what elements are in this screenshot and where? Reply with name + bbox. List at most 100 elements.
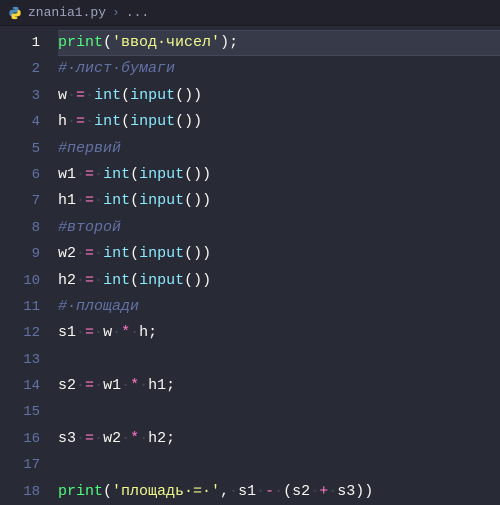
token-ws: · <box>328 483 337 500</box>
token-call: input <box>139 245 184 262</box>
code-line[interactable] <box>58 399 500 425</box>
token-var: h <box>139 324 148 341</box>
python-file-icon <box>8 6 22 20</box>
token-call: input <box>139 192 184 209</box>
token-op: * <box>130 377 139 394</box>
line-number: 12 <box>0 320 40 346</box>
code-line[interactable]: h2·=·int(input()) <box>58 268 500 294</box>
token-com: #второй <box>58 219 121 236</box>
token-call: int <box>103 272 130 289</box>
token-p: ) <box>202 272 211 289</box>
line-number: 17 <box>0 452 40 478</box>
code-line[interactable]: w2·=·int(input()) <box>58 241 500 267</box>
line-number: 9 <box>0 241 40 267</box>
token-ws: · <box>76 192 85 209</box>
token-op: = <box>76 87 85 104</box>
token-p: ( <box>130 166 139 183</box>
token-ws: · <box>67 113 76 130</box>
line-number: 15 <box>0 399 40 425</box>
token-p: ; <box>166 430 175 447</box>
token-p: ; <box>148 324 157 341</box>
token-var: h2 <box>148 430 166 447</box>
token-var: s1 <box>238 483 256 500</box>
code-line[interactable]: #·площади <box>58 294 500 320</box>
token-p: ( <box>184 245 193 262</box>
breadcrumb-separator-icon: › <box>112 5 120 20</box>
token-p: ; <box>229 34 238 51</box>
breadcrumb[interactable]: znania1.py › ... <box>0 0 500 26</box>
token-op: + <box>319 483 328 500</box>
token-p: ) <box>193 113 202 130</box>
token-p: ( <box>130 192 139 209</box>
token-p: ) <box>193 272 202 289</box>
code-line[interactable]: #·лист·бумаги <box>58 56 500 82</box>
token-p: , <box>220 483 229 500</box>
line-number-gutter: 123456789101112131415161718 <box>0 26 58 502</box>
token-var: h1 <box>58 192 76 209</box>
token-op: = <box>85 377 94 394</box>
token-ws: · <box>94 324 103 341</box>
token-op: * <box>121 324 130 341</box>
token-var: h1 <box>148 377 166 394</box>
token-p: ) <box>193 192 202 209</box>
token-op: * <box>130 430 139 447</box>
code-line[interactable]: w·=·int(input()) <box>58 83 500 109</box>
token-var: w1 <box>58 166 76 183</box>
token-p: ) <box>202 166 211 183</box>
code-area[interactable]: print('ввод·чисел');#·лист·бумагиw·=·int… <box>58 26 500 502</box>
token-op: = <box>85 430 94 447</box>
code-line[interactable]: h·=·int(input()) <box>58 109 500 135</box>
token-var: w <box>103 324 112 341</box>
token-var: w <box>58 87 67 104</box>
token-ws: · <box>94 245 103 262</box>
token-call: int <box>103 245 130 262</box>
token-call: input <box>139 272 184 289</box>
token-p: ; <box>166 377 175 394</box>
token-ws: · <box>256 483 265 500</box>
line-number: 8 <box>0 215 40 241</box>
token-var: s2 <box>58 377 76 394</box>
token-call: input <box>130 87 175 104</box>
token-p: ( <box>103 483 112 500</box>
token-p: ) <box>202 192 211 209</box>
token-p: ( <box>121 113 130 130</box>
code-line[interactable]: h1·=·int(input()) <box>58 188 500 214</box>
token-p: ) <box>355 483 364 500</box>
token-p: ) <box>184 113 193 130</box>
token-p: ( <box>121 87 130 104</box>
token-op: = <box>76 113 85 130</box>
code-line[interactable]: #второй <box>58 215 500 241</box>
token-p: ) <box>193 245 202 262</box>
token-call: int <box>103 166 130 183</box>
token-ws: · <box>76 377 85 394</box>
code-line[interactable]: s2·=·w1·*·h1; <box>58 373 500 399</box>
breadcrumb-file[interactable]: znania1.py <box>28 5 106 20</box>
code-line[interactable] <box>58 452 500 478</box>
token-ws: · <box>112 324 121 341</box>
line-number: 14 <box>0 373 40 399</box>
code-line[interactable]: s1·=·w·*·h; <box>58 320 500 346</box>
code-line[interactable] <box>58 347 500 373</box>
token-var: s3 <box>58 430 76 447</box>
token-p: ( <box>283 483 292 500</box>
code-line[interactable]: print('ввод·чисел'); <box>58 30 500 56</box>
line-number: 18 <box>0 479 40 505</box>
breadcrumb-rest[interactable]: ... <box>126 5 149 20</box>
token-var: s3 <box>337 483 355 500</box>
token-p: ( <box>175 113 184 130</box>
code-line[interactable]: #первий <box>58 136 500 162</box>
token-ws: · <box>130 324 139 341</box>
line-number: 1 <box>0 30 40 56</box>
line-number: 3 <box>0 83 40 109</box>
code-line[interactable]: s3·=·w2·*·h2; <box>58 426 500 452</box>
token-p: ) <box>220 34 229 51</box>
code-line[interactable]: w1·=·int(input()) <box>58 162 500 188</box>
code-line[interactable]: print('площадь·=·',·s1·-·(s2·+·s3)) <box>58 479 500 505</box>
token-var: s2 <box>292 483 310 500</box>
token-var: w1 <box>103 377 121 394</box>
token-ws: · <box>94 430 103 447</box>
code-editor[interactable]: 123456789101112131415161718 print('ввод·… <box>0 26 500 502</box>
token-ws: · <box>76 430 85 447</box>
token-ws: · <box>139 377 148 394</box>
token-var: h2 <box>58 272 76 289</box>
